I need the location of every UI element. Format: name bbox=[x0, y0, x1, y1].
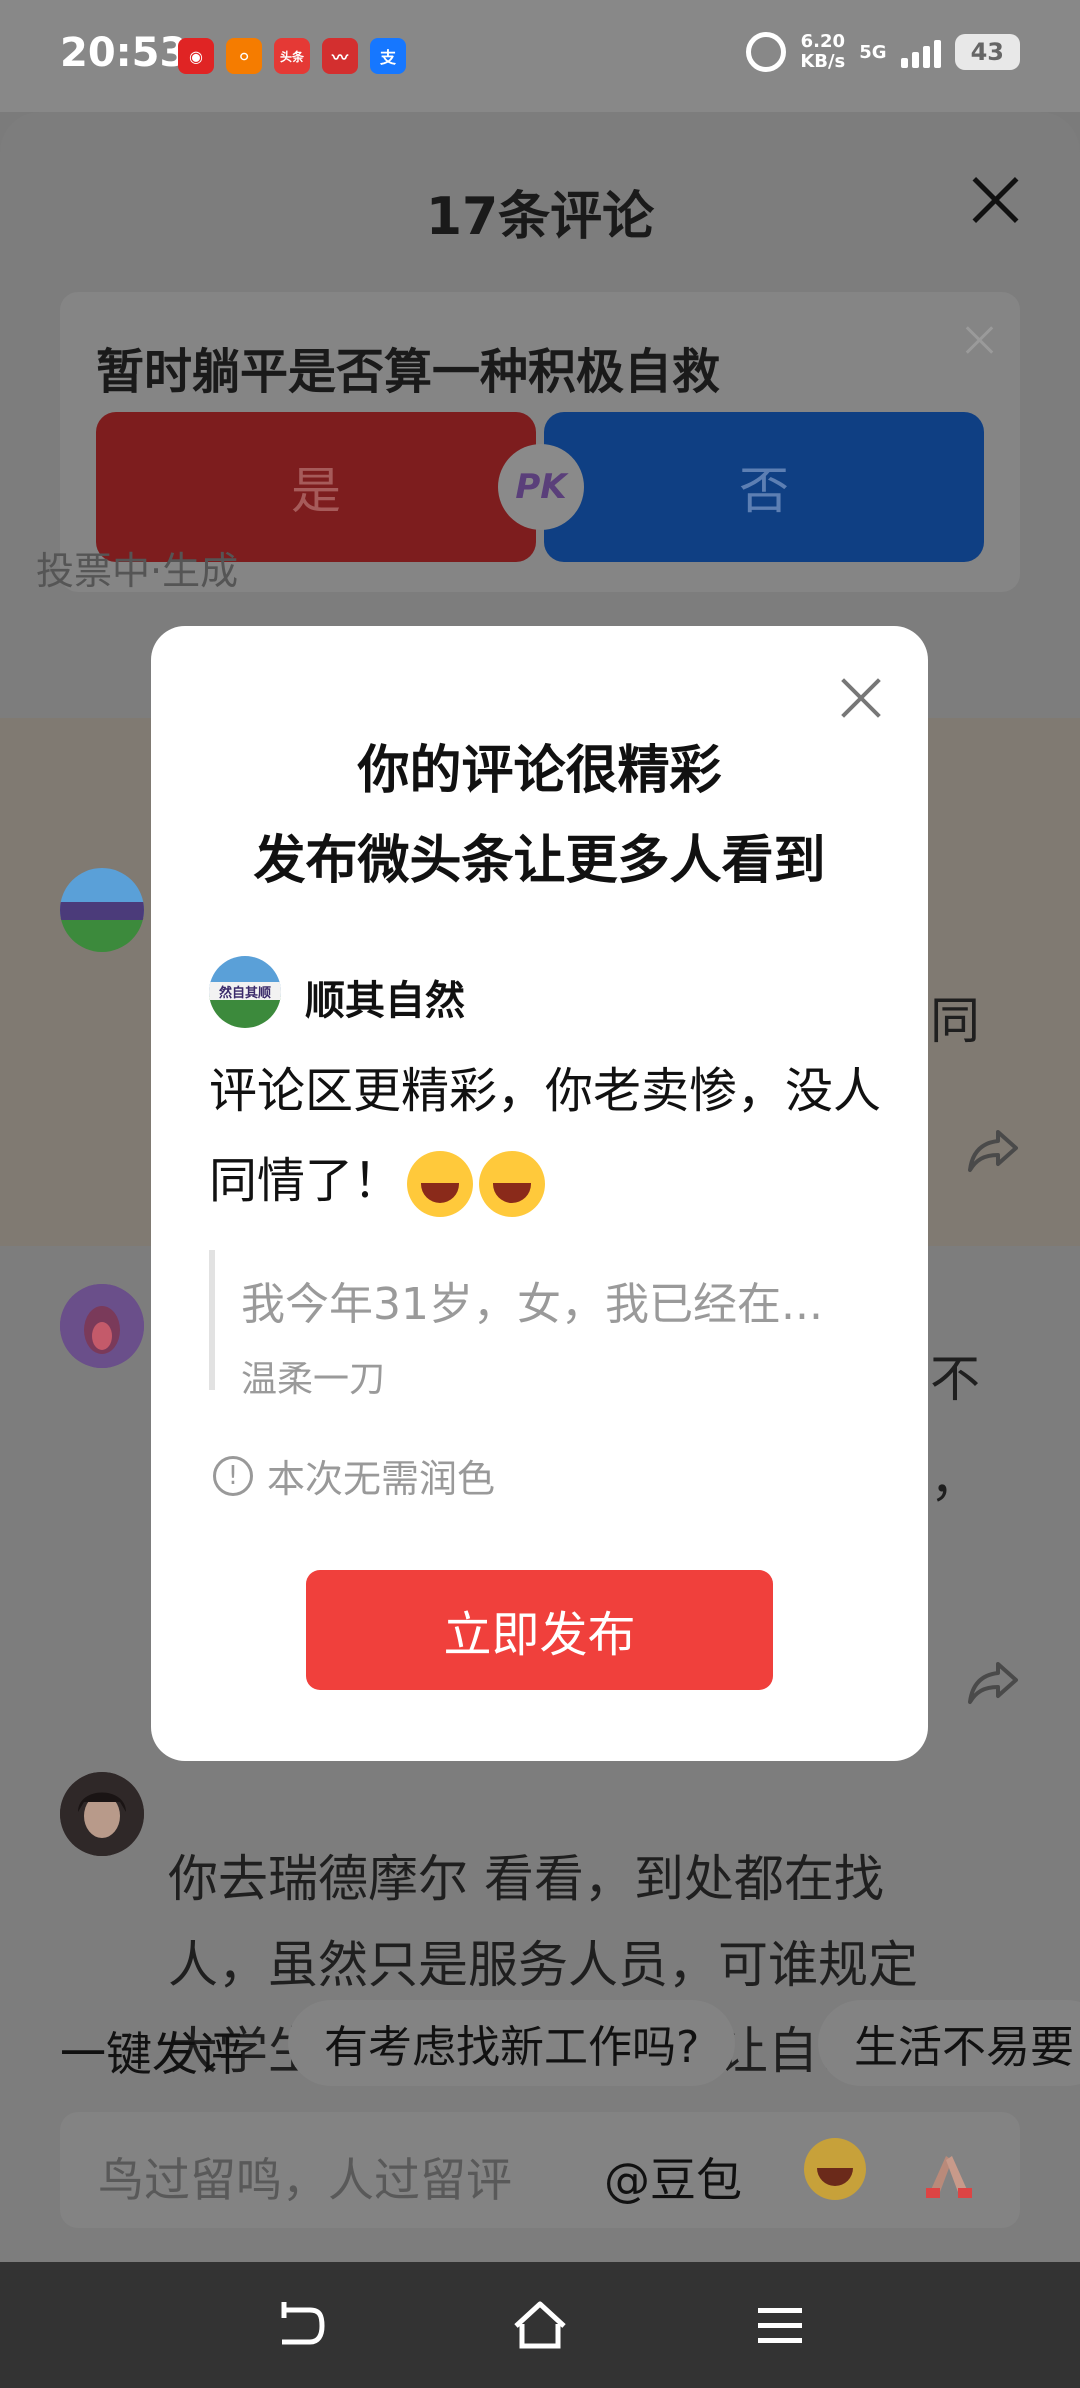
alarm-icon bbox=[746, 32, 787, 72]
info-icon: ! bbox=[213, 1455, 253, 1496]
dialog-title: 你的评论很精彩 发布微头条让更多人看到 bbox=[151, 726, 928, 906]
menu-icon[interactable] bbox=[750, 2296, 810, 2356]
net-speed-unit: KB/s bbox=[800, 51, 846, 72]
stock-app-icon: 〰 bbox=[322, 38, 358, 74]
poll-status: 投票中·生成 bbox=[36, 549, 239, 593]
share-icon[interactable] bbox=[966, 1128, 1020, 1174]
battery-indicator: 43 bbox=[954, 34, 1020, 70]
user-avatar: 然自其顺 bbox=[209, 956, 281, 1028]
clap-icon[interactable] bbox=[916, 2138, 982, 2200]
dialog-title-line1: 你的评论很精彩 bbox=[357, 741, 722, 801]
net-speed-value: 6.20 bbox=[800, 31, 845, 52]
laughing-emoji-icon bbox=[479, 1151, 546, 1217]
network-type: 5G bbox=[859, 41, 887, 63]
status-indicators: 6.20 KB/s 5G 43 bbox=[746, 32, 1020, 72]
quick-reply-chip[interactable]: 有考虑找新工作吗? bbox=[288, 2000, 736, 2086]
avatar[interactable] bbox=[60, 1284, 144, 1368]
publish-button[interactable]: 立即发布 bbox=[306, 1570, 773, 1690]
status-bar: 20:53 ◉ ဝ 头条 〰 支 6.20 KB/s 5G 43 bbox=[0, 0, 1080, 112]
quick-reply-chip[interactable]: 生活不易要 bbox=[818, 2000, 1080, 2086]
dialog-comment: 评论区更精彩，你老卖惨，没人同情了！ bbox=[209, 1046, 889, 1226]
comment-text-line: 人，虽然只是服务人员，可谁规定 bbox=[168, 1936, 918, 1994]
netease-music-icon: ◉ bbox=[178, 38, 214, 74]
mention-doubao-button[interactable]: @豆包 bbox=[604, 2144, 742, 2210]
dialog-title-line2: 发布微头条让更多人看到 bbox=[253, 831, 826, 891]
close-icon[interactable] bbox=[839, 676, 883, 720]
poll-dismiss-icon[interactable] bbox=[962, 322, 998, 358]
avatar[interactable] bbox=[60, 868, 144, 952]
notification-app-icons: ◉ ဝ 头条 〰 支 bbox=[178, 38, 406, 74]
comment-text-line: 你去瑞德摩尔 看看，到处都在找 bbox=[168, 1850, 884, 1908]
comment-count-title: 17条评论 bbox=[425, 187, 655, 247]
comment-input-bar[interactable]: 鸟过留鸣，人过留评 @豆包 bbox=[60, 2112, 1020, 2228]
signal-bars-icon bbox=[900, 36, 941, 68]
poll-question: 暂时躺平是否算一种积极自救 bbox=[96, 344, 721, 400]
comment-text: ， bbox=[930, 1450, 980, 1508]
username: 顺其自然 bbox=[305, 978, 465, 1024]
system-nav-bar bbox=[0, 2262, 1080, 2388]
publish-dialog: 你的评论很精彩 发布微头条让更多人看到 然自其顺 顺其自然 评论区更精彩，你老卖… bbox=[151, 626, 928, 1761]
avatar-logo-text: 然自其顺 bbox=[219, 985, 271, 1001]
comment-text: 不 bbox=[930, 1350, 980, 1408]
pk-badge: PK bbox=[498, 444, 584, 530]
comment-text: 同 bbox=[930, 992, 980, 1050]
net-speed: 6.20 KB/s bbox=[800, 32, 845, 72]
close-icon[interactable] bbox=[970, 174, 1020, 224]
quoted-post-text: 我今年31岁，女，我已经在... bbox=[241, 1279, 823, 1330]
quoted-post-author: 温柔一刀 bbox=[241, 1359, 386, 1400]
alipay-icon: 支 bbox=[370, 38, 406, 74]
polish-note: ! 本次无需润色 bbox=[213, 1448, 495, 1503]
toutiao-icon: 头条 bbox=[274, 38, 310, 74]
laughing-emoji-icon bbox=[407, 1151, 474, 1217]
dialog-comment-text: 评论区更精彩，你老卖惨，没人同情了！ bbox=[209, 1063, 882, 1209]
polish-note-text: 本次无需润色 bbox=[267, 1457, 496, 1501]
quoted-post: 我今年31岁，女，我已经在... 温柔一刀 bbox=[209, 1250, 869, 1400]
comment-input-placeholder[interactable]: 鸟过留鸣，人过留评 bbox=[98, 2144, 512, 2210]
back-icon[interactable] bbox=[270, 2296, 330, 2356]
avatar[interactable] bbox=[60, 1772, 144, 1856]
status-time: 20:53 bbox=[60, 30, 188, 76]
emoji-icon[interactable] bbox=[804, 2138, 866, 2200]
vote-no-button[interactable]: 否 bbox=[544, 412, 984, 562]
quick-reply-label: 一键发评 bbox=[60, 2027, 244, 2081]
meituan-icon: ဝ bbox=[226, 38, 262, 74]
home-icon[interactable] bbox=[510, 2296, 570, 2356]
share-icon[interactable] bbox=[966, 1660, 1020, 1706]
